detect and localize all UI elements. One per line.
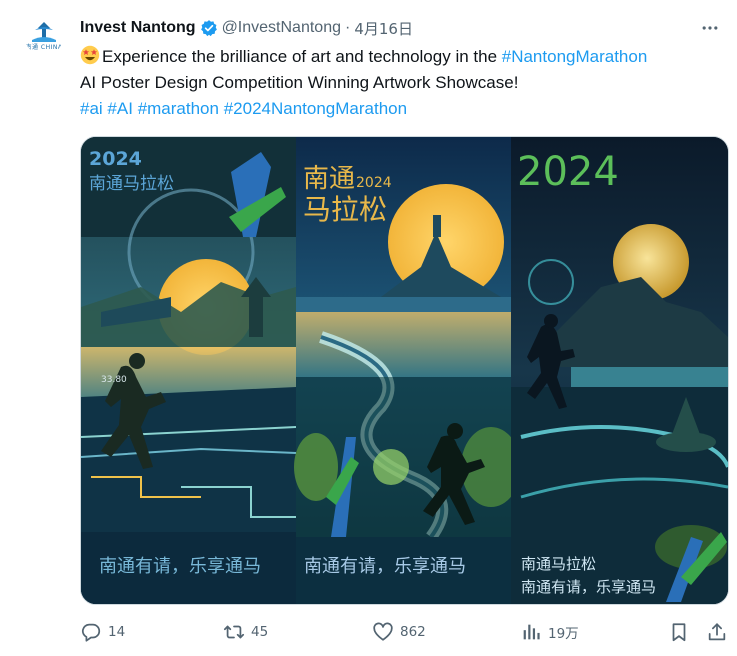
panel2-slogan: 南通有请，乐享通马 — [304, 556, 466, 577]
tweet-media[interactable]: 2024 南通马拉松 33.80 南通有请，乐享通马 南通 2024 马拉松 南… — [80, 136, 729, 605]
panel1-title: 南通马拉松 — [89, 174, 174, 194]
avatar[interactable]: 南通 CHINA — [24, 15, 64, 55]
heart-icon — [373, 622, 393, 641]
separator-dot: · — [344, 19, 351, 36]
share-icon — [708, 623, 726, 641]
bookmark-icon — [672, 623, 686, 642]
reply-icon — [81, 623, 101, 642]
avatar-caption: 南通 CHINA — [25, 43, 63, 51]
retweet-count: 45 — [251, 624, 269, 640]
tweet-text-line-2: AI Poster Design Competition Winning Art… — [80, 73, 519, 92]
reply-button[interactable]: 14 — [80, 620, 125, 644]
tweet-text-line-1: Experience the brilliance of art and tec… — [80, 44, 730, 70]
retweet-icon — [223, 625, 245, 639]
panel3-year: 2024 — [517, 149, 619, 195]
more-options-icon — [702, 26, 718, 30]
more-options-button[interactable] — [695, 13, 725, 43]
display-name[interactable]: Invest Nantong — [80, 19, 196, 37]
tweet-date[interactable]: 4月16日 — [354, 18, 413, 39]
tweet-text-part-1: Experience the brilliance of art and tec… — [102, 47, 502, 66]
nantong-logo-icon — [32, 21, 56, 42]
panel3-title: 南通马拉松 — [521, 555, 596, 573]
share-button[interactable] — [706, 620, 728, 644]
hashtag-link[interactable]: #marathon — [138, 99, 219, 118]
hashtag-link[interactable]: #2024NantongMarathon — [224, 99, 407, 118]
panel1-small-text: 33.80 — [101, 375, 127, 385]
poster-collage-image: 2024 南通马拉松 33.80 南通有请，乐享通马 南通 2024 马拉松 南… — [81, 137, 728, 604]
views-chart-icon — [523, 624, 540, 640]
tweet-header: Invest Nantong @InvestNantong · 4月16日 — [80, 17, 717, 39]
hashtag-link[interactable]: #ai — [80, 99, 103, 118]
hashtag-link[interactable]: #AI — [107, 99, 133, 118]
panel2-title-top: 南通 — [303, 164, 355, 194]
panel1-slogan: 南通有请，乐享通马 — [99, 556, 261, 577]
tweet-text: Experience the brilliance of art and tec… — [80, 44, 730, 122]
user-handle[interactable]: @InvestNantong — [222, 19, 341, 37]
verified-badge-icon — [200, 20, 217, 37]
views-button[interactable]: 19万 — [520, 620, 579, 644]
views-count: 19万 — [548, 626, 579, 642]
poster-panel-1: 2024 南通马拉松 33.80 南通有请，乐享通马 — [81, 137, 297, 604]
panel2-year: 2024 — [356, 175, 392, 191]
like-count: 862 — [400, 624, 426, 640]
hashtag-link[interactable]: #NantongMarathon — [502, 47, 648, 66]
poster-panel-3: 2024 南通马拉松 南通有请，乐享通马 — [511, 137, 728, 604]
bookmark-button[interactable] — [668, 620, 690, 644]
hashtag-row: #ai #AI #marathon #2024NantongMarathon — [80, 96, 730, 122]
poster-panel-2: 南通 2024 马拉松 南通有请，乐享通马 — [294, 137, 521, 604]
like-button[interactable]: 862 — [372, 620, 426, 644]
tweet-actions: 14 45 862 19万 — [80, 614, 730, 650]
panel2-title-bottom: 马拉松 — [303, 193, 387, 226]
reply-count: 14 — [108, 624, 126, 640]
panel1-year: 2024 — [89, 148, 142, 170]
retweet-button[interactable]: 45 — [223, 620, 268, 644]
panel3-slogan: 南通有请，乐享通马 — [521, 578, 656, 596]
star-struck-emoji-icon — [80, 45, 100, 65]
